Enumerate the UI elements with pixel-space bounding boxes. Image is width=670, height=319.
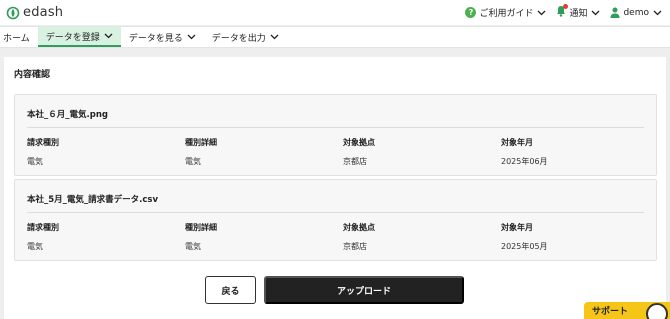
page-title: 内容確認 [14, 70, 51, 80]
nav-view-data[interactable]: データを見る [121, 27, 204, 47]
top-header: edash ? ご利用ガイド 通知 demo [0, 0, 670, 25]
user-icon [610, 7, 620, 18]
notification-menu[interactable]: 通知 [556, 4, 588, 20]
support-avatar-icon [646, 303, 668, 319]
period-value: 2025年06月 [501, 157, 548, 166]
support-widget[interactable]: サポート [584, 302, 670, 319]
upload-button[interactable]: アップロード [264, 276, 464, 304]
edash-logo-icon [6, 6, 20, 19]
site-field: 対象拠点 京都店 [343, 222, 493, 252]
type-detail-label: 種別詳細 [185, 138, 217, 147]
nav-home[interactable]: ホーム [0, 27, 38, 47]
file-card: 本社_６月_電気.png 請求種別 電気 種別詳細 電気 対象拠点 京都店 対象… [14, 94, 657, 176]
billing-type-label: 請求種別 [27, 223, 59, 232]
billing-type-value: 電気 [27, 242, 43, 251]
billing-type-field: 請求種別 電気 [27, 137, 177, 167]
type-detail-label: 種別詳細 [185, 223, 217, 232]
chevron-down-icon [187, 34, 196, 40]
billing-type-value: 電気 [27, 157, 43, 166]
chevron-down-icon[interactable] [653, 10, 662, 16]
billing-type-field: 請求種別 電気 [27, 222, 177, 252]
confirm-panel: 内容確認 本社_６月_電気.png 請求種別 電気 種別詳細 電気 対象拠点 京… [4, 57, 666, 319]
back-button[interactable]: 戻る [205, 276, 256, 304]
file-name: 本社_６月_電気.png [27, 110, 108, 120]
help-guide-label: ご利用ガイド [479, 9, 534, 19]
nav-export-data[interactable]: データを出力 [204, 27, 287, 47]
app-logo[interactable]: edash [6, 5, 63, 20]
site-value: 京都店 [343, 242, 367, 251]
chevron-down-icon [270, 34, 279, 40]
nav-register-label: データを登録 [45, 32, 100, 43]
help-guide-link[interactable]: ? ご利用ガイド [465, 6, 533, 19]
chevron-down-icon [104, 33, 113, 39]
site-value: 京都店 [343, 157, 367, 166]
period-label: 対象年月 [501, 138, 533, 147]
chevron-down-icon[interactable] [591, 10, 600, 16]
nav-view-label: データを見る [128, 33, 183, 44]
type-detail-value: 電気 [185, 157, 201, 166]
user-name: demo [623, 7, 649, 18]
site-label: 対象拠点 [343, 223, 375, 232]
nav-export-label: データを出力 [211, 33, 266, 44]
period-field: 対象年月 2025年05月 [501, 222, 651, 252]
type-detail-field: 種別詳細 電気 [185, 222, 335, 252]
support-label: サポート [592, 307, 629, 317]
chevron-down-icon[interactable] [537, 10, 546, 16]
file-card: 本社_5月_電気_請求書データ.csv 請求種別 電気 種別詳細 電気 対象拠点… [14, 179, 657, 261]
file-name: 本社_5月_電気_請求書データ.csv [27, 195, 159, 205]
user-menu[interactable]: demo [610, 7, 649, 18]
divider [27, 127, 644, 128]
notification-dot [563, 4, 569, 9]
period-value: 2025年05月 [501, 242, 548, 251]
site-label: 対象拠点 [343, 138, 375, 147]
question-icon: ? [465, 7, 477, 18]
nav-home-label: ホーム [3, 33, 30, 44]
logo-text: edash [23, 5, 64, 20]
divider [27, 212, 644, 213]
type-detail-value: 電気 [185, 242, 201, 251]
site-field: 対象拠点 京都店 [343, 137, 493, 167]
notification-label: 通知 [569, 9, 588, 19]
period-label: 対象年月 [501, 223, 533, 232]
billing-type-label: 請求種別 [27, 138, 59, 147]
nav-register-data[interactable]: データを登録 [37, 27, 121, 47]
main-nav: ホーム データを登録 データを見る データを出力 [0, 26, 670, 48]
period-field: 対象年月 2025年06月 [501, 137, 651, 167]
type-detail-field: 種別詳細 電気 [185, 137, 335, 167]
